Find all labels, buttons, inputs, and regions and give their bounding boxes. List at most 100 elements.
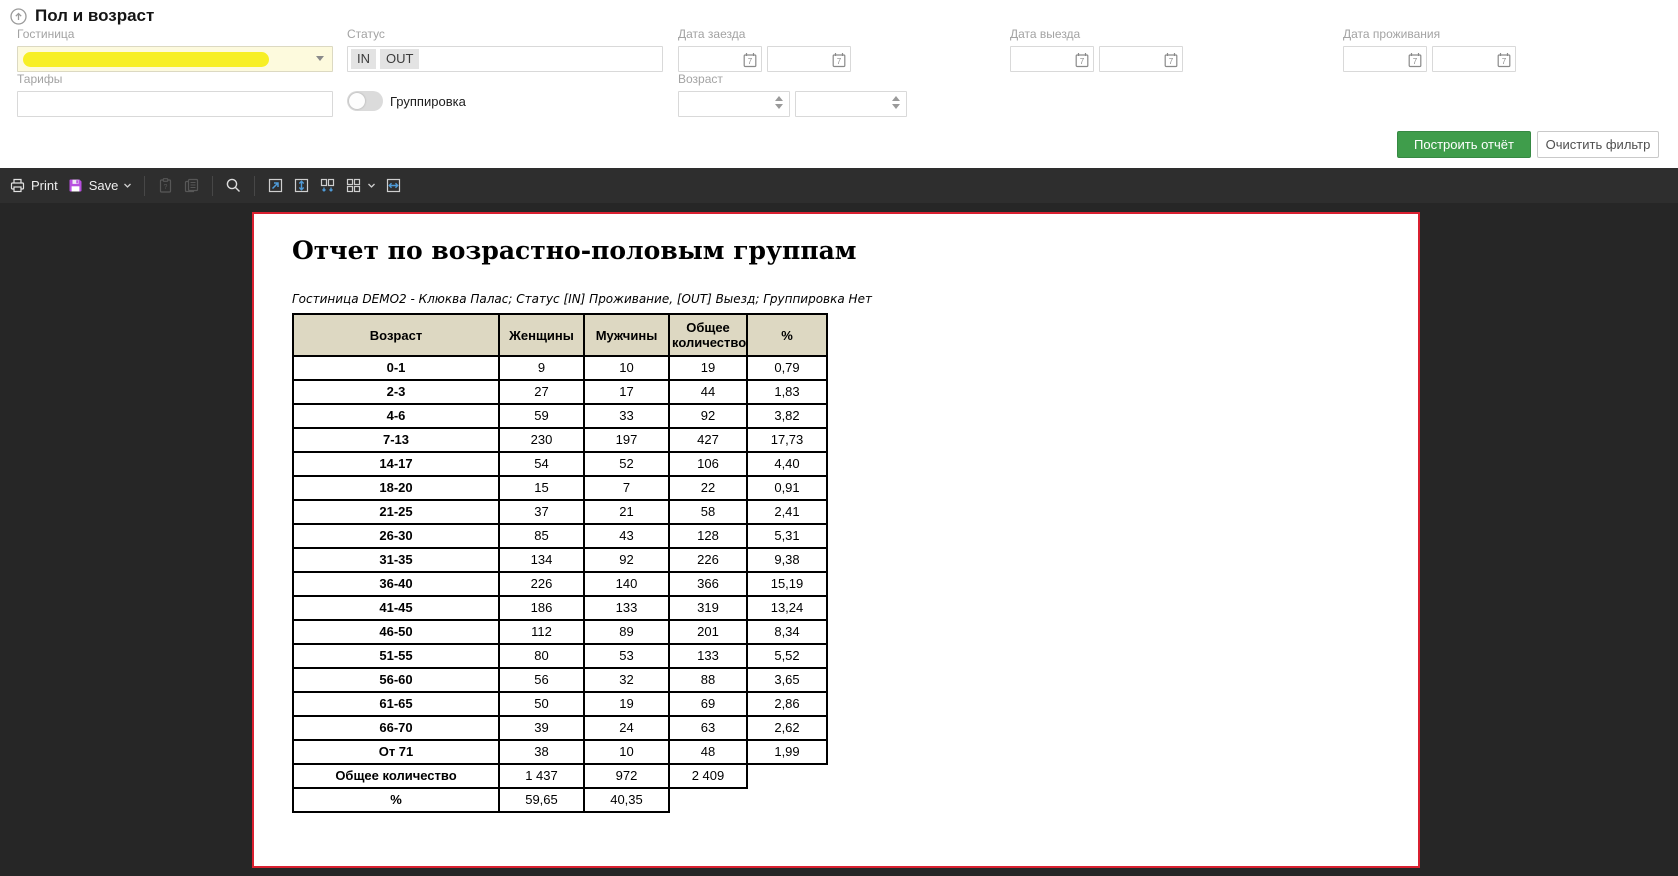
collapse-panel-icon[interactable] bbox=[10, 8, 27, 25]
grouping-toggle[interactable] bbox=[347, 91, 383, 111]
calendar-icon[interactable]: 7 bbox=[1497, 52, 1511, 68]
total-table: Общее количество1 4379722 409 bbox=[292, 763, 748, 789]
row-label-cell: 46-50 bbox=[293, 620, 499, 644]
zoom-page-button[interactable] bbox=[267, 177, 284, 194]
value-cell: 58 bbox=[669, 500, 747, 524]
value-cell: 5,52 bbox=[747, 644, 827, 668]
tariffs-input[interactable] bbox=[17, 91, 333, 117]
value-cell: 32 bbox=[584, 668, 669, 692]
status-tag-out[interactable]: OUT bbox=[380, 49, 419, 69]
table-header-row: Возраст Женщины Мужчины Общее количество… bbox=[293, 314, 827, 356]
age-from-stepper[interactable] bbox=[678, 91, 790, 117]
age-label: Возраст bbox=[678, 72, 912, 88]
value-cell: 48 bbox=[669, 740, 747, 764]
table-row: 41-4518613331913,24 bbox=[293, 596, 827, 620]
value-cell: 134 bbox=[499, 548, 584, 572]
column-header: % bbox=[747, 314, 827, 356]
stepper-arrows-icon[interactable] bbox=[892, 96, 900, 109]
value-cell: 106 bbox=[669, 452, 747, 476]
report-table-wrap: Возраст Женщины Мужчины Общее количество… bbox=[292, 313, 828, 813]
value-cell: 0,79 bbox=[747, 356, 827, 380]
stay-date-from-input[interactable]: 7 bbox=[1343, 46, 1427, 72]
table-row: 18-20157220,91 bbox=[293, 476, 827, 500]
filter-panel: Пол и возраст Гостиница Статус IN OUT Да… bbox=[0, 0, 1678, 168]
departure-date-from-input[interactable]: 7 bbox=[1010, 46, 1094, 72]
calendar-icon[interactable]: 7 bbox=[743, 52, 757, 68]
table-row: 26-3085431285,31 bbox=[293, 524, 827, 548]
grouping-label: Группировка bbox=[390, 94, 466, 109]
printer-icon bbox=[9, 177, 26, 194]
hotel-label: Гостиница bbox=[17, 27, 333, 43]
status-label: Статус bbox=[347, 27, 663, 43]
status-tag-in[interactable]: IN bbox=[351, 49, 376, 69]
search-button[interactable] bbox=[225, 177, 242, 194]
fit-width-button[interactable] bbox=[385, 177, 402, 194]
table-row: 56-605632883,65 bbox=[293, 668, 827, 692]
column-header: Женщины bbox=[499, 314, 584, 356]
value-cell: 27 bbox=[499, 380, 584, 404]
row-label-cell: 26-30 bbox=[293, 524, 499, 548]
two-page-view-button[interactable] bbox=[319, 177, 336, 194]
print-button[interactable]: Print bbox=[9, 177, 58, 194]
svg-text:7: 7 bbox=[837, 57, 842, 66]
toolbar-divider bbox=[212, 176, 213, 196]
row-label-cell: 2-3 bbox=[293, 380, 499, 404]
value-cell: 80 bbox=[499, 644, 584, 668]
print-label: Print bbox=[31, 178, 58, 193]
value-cell: 1 437 bbox=[499, 764, 584, 788]
row-label-cell: 31-35 bbox=[293, 548, 499, 572]
status-field[interactable]: IN OUT bbox=[347, 46, 663, 72]
row-label-cell: 36-40 bbox=[293, 572, 499, 596]
report-table-body: 0-1910190,792-32717441,834-65933923,827-… bbox=[293, 356, 827, 764]
toolbar-divider bbox=[254, 176, 255, 196]
value-cell: 92 bbox=[584, 548, 669, 572]
arrival-date-from-input[interactable]: 7 bbox=[678, 46, 762, 72]
page-title: Пол и возраст bbox=[35, 6, 154, 26]
arrival-date-to-input[interactable]: 7 bbox=[767, 46, 851, 72]
value-cell: 2,41 bbox=[747, 500, 827, 524]
table-row: 7-1323019742717,73 bbox=[293, 428, 827, 452]
value-cell: 128 bbox=[669, 524, 747, 548]
percent-table: %59,6540,35 bbox=[292, 787, 670, 813]
svg-text:7: 7 bbox=[1413, 57, 1418, 66]
fit-width-icon bbox=[385, 177, 402, 194]
build-report-button[interactable]: Построить отчёт bbox=[1397, 131, 1531, 158]
value-cell: 85 bbox=[499, 524, 584, 548]
value-cell: 2 409 bbox=[669, 764, 747, 788]
age-to-stepper[interactable] bbox=[795, 91, 907, 117]
calendar-icon[interactable]: 7 bbox=[832, 52, 846, 68]
grid-view-button[interactable] bbox=[345, 177, 376, 194]
value-cell: 17,73 bbox=[747, 428, 827, 452]
stepper-arrows-icon[interactable] bbox=[775, 96, 783, 109]
clear-filter-button[interactable]: Очистить фильтр bbox=[1537, 131, 1659, 158]
departure-date-to-input[interactable]: 7 bbox=[1099, 46, 1183, 72]
value-cell: 226 bbox=[499, 572, 584, 596]
hotel-select[interactable] bbox=[17, 46, 333, 72]
value-cell: 52 bbox=[584, 452, 669, 476]
value-cell: 2,62 bbox=[747, 716, 827, 740]
value-cell: 2,86 bbox=[747, 692, 827, 716]
value-cell: 9 bbox=[499, 356, 584, 380]
value-cell: 89 bbox=[584, 620, 669, 644]
calendar-icon[interactable]: 7 bbox=[1408, 52, 1422, 68]
value-cell: 59 bbox=[499, 404, 584, 428]
save-button[interactable]: Save bbox=[67, 177, 133, 194]
stay-date-to-input[interactable]: 7 bbox=[1432, 46, 1516, 72]
chevron-down-icon bbox=[367, 182, 376, 189]
calendar-icon[interactable]: 7 bbox=[1075, 52, 1089, 68]
table-row: 2-32717441,83 bbox=[293, 380, 827, 404]
value-cell: 22 bbox=[669, 476, 747, 500]
value-cell: 38 bbox=[499, 740, 584, 764]
chevron-down-icon bbox=[316, 56, 324, 61]
svg-text:7: 7 bbox=[1080, 57, 1085, 66]
save-icon bbox=[67, 177, 84, 194]
report-preview-area[interactable]: Отчет по возрастно-половым группам Гости… bbox=[0, 203, 1678, 876]
report-page: Отчет по возрастно-половым группам Гости… bbox=[252, 212, 1420, 868]
toolbar-divider bbox=[144, 176, 145, 196]
value-cell: 10 bbox=[584, 740, 669, 764]
percent-table-body: %59,6540,35 bbox=[293, 788, 669, 812]
calendar-icon[interactable]: 7 bbox=[1164, 52, 1178, 68]
value-cell: 1,99 bbox=[747, 740, 827, 764]
fit-height-button[interactable] bbox=[293, 177, 310, 194]
table-row: 36-4022614036615,19 bbox=[293, 572, 827, 596]
